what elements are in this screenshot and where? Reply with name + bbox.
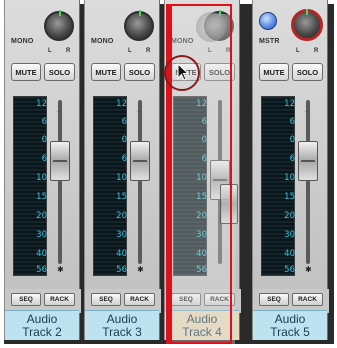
seq-button[interactable]: SEQ: [91, 293, 121, 306]
meter-scale-label: 6: [289, 117, 295, 127]
meter-scale-label: 56: [284, 265, 295, 275]
track-name-line-2: Track 3: [102, 325, 142, 339]
pan-knob[interactable]: [291, 9, 323, 41]
pan-left-label: L: [128, 48, 132, 54]
track-name-label[interactable]: Audio Track 2: [5, 310, 79, 340]
mute-button[interactable]: MUTE: [91, 63, 121, 81]
fader-bottom-marker-icon: ✱: [57, 265, 64, 274]
solo-button[interactable]: SOLO: [292, 63, 323, 81]
knob-indicator-icon: [306, 9, 308, 15]
fader-bottom-marker-icon: ✱: [137, 265, 144, 274]
mouse-cursor-icon: [164, 55, 200, 91]
meter-scale-label: 40: [116, 249, 127, 259]
meter-scale-label: 6: [289, 154, 295, 164]
volume-fader-handle[interactable]: [130, 141, 150, 181]
meter-scale-label: 56: [36, 265, 47, 275]
meter-scale-label: 40: [36, 249, 47, 259]
pan-right-label: R: [314, 48, 319, 54]
track-name-line-2: Track 2: [22, 325, 62, 339]
knob-indicator-icon: [59, 10, 61, 16]
meter-scale-label: 56: [116, 265, 127, 275]
meter-scale-label: 6: [121, 117, 127, 127]
meter-scale-label: 0: [121, 135, 127, 145]
channel-strip-audio-track-3: MONO L R MUTE SOLO 12 6 0 6 10 15 20 30 …: [84, 0, 161, 340]
meter-scale-label: 0: [289, 135, 295, 145]
meter-scale-label: 15: [36, 192, 47, 202]
volume-fader-track[interactable]: [58, 100, 62, 264]
meter-scale-label: 30: [36, 230, 47, 240]
track-name-label[interactable]: Audio Track 5: [253, 310, 327, 340]
volume-fader-handle[interactable]: [50, 141, 70, 181]
rack-button[interactable]: RACK: [124, 293, 155, 306]
meter-scale-label: 12: [36, 99, 47, 109]
seq-button[interactable]: SEQ: [259, 293, 289, 306]
meter-scale-label: 40: [284, 249, 295, 259]
mute-button[interactable]: MUTE: [259, 63, 289, 81]
volume-fader-handle[interactable]: [298, 141, 318, 181]
meter-scale-label: 6: [41, 154, 47, 164]
meter-scale: 12 6 0 6 10 15 20 30 40 56: [263, 99, 295, 275]
rack-button[interactable]: RACK: [292, 293, 323, 306]
rack-button[interactable]: RACK: [44, 293, 75, 306]
mono-label: MONO: [91, 38, 114, 45]
meter-scale: 12 6 0 6 10 15 20 30 40 56: [15, 99, 47, 275]
mono-label: MSTR: [259, 38, 280, 45]
master-blue-knob[interactable]: [259, 12, 277, 30]
track-name-line-2: Track 5: [270, 325, 310, 339]
meter-scale-label: 12: [116, 99, 127, 109]
fader-bottom-marker-icon: ✱: [305, 265, 312, 274]
meter-scale-label: 10: [116, 173, 127, 183]
channel-strip-audio-track-2: MONO L R MUTE SOLO 12 6 0 6 10 15 20 30 …: [4, 0, 81, 340]
seq-button[interactable]: SEQ: [11, 293, 41, 306]
meter-scale-label: 30: [116, 230, 127, 240]
meter-scale-label: 30: [284, 230, 295, 240]
channel-strip-audio-track-5: MSTR L R MUTE SOLO 12 6 0 6 10 15 20 30 …: [252, 0, 329, 340]
meter-scale-label: 6: [41, 117, 47, 127]
meter-scale-label: 20: [284, 211, 295, 221]
meter-scale-label: 0: [41, 135, 47, 145]
solo-button[interactable]: SOLO: [44, 63, 75, 81]
volume-fader-track[interactable]: [306, 100, 310, 264]
solo-button[interactable]: SOLO: [124, 63, 155, 81]
volume-fader-track[interactable]: [138, 100, 142, 264]
meter-scale-label: 20: [36, 211, 47, 221]
pan-left-label: L: [48, 48, 52, 54]
pan-right-label: R: [146, 48, 151, 54]
mute-button[interactable]: MUTE: [11, 63, 41, 81]
pan-knob[interactable]: [124, 10, 154, 41]
meter-scale-label: 12: [284, 99, 295, 109]
meter-scale-label: 10: [284, 173, 295, 183]
track-name-label[interactable]: Audio Track 3: [85, 310, 159, 340]
knob-indicator-icon: [139, 10, 141, 16]
meter-scale-label: 15: [284, 192, 295, 202]
pan-left-label: L: [296, 48, 300, 54]
pan-knob[interactable]: [44, 10, 74, 41]
mono-label: MONO: [11, 38, 34, 45]
meter-scale-label: 15: [116, 192, 127, 202]
pan-right-label: R: [66, 48, 71, 54]
meter-scale-label: 6: [121, 154, 127, 164]
meter-scale-label: 10: [36, 173, 47, 183]
meter-scale-label: 20: [116, 211, 127, 221]
meter-scale: 12 6 0 6 10 15 20 30 40 56: [95, 99, 127, 275]
